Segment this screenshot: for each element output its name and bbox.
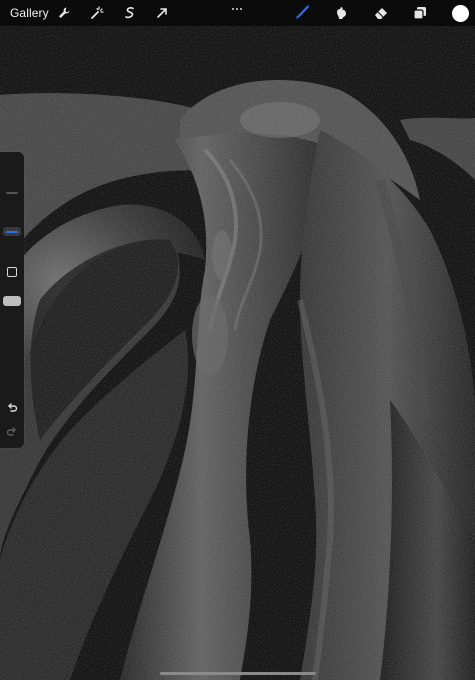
brush-icon[interactable] xyxy=(292,0,312,26)
undo-icon[interactable] xyxy=(4,400,20,416)
home-indicator[interactable] xyxy=(160,672,316,675)
transform-arrow-icon[interactable] xyxy=(152,0,172,26)
drawing-canvas[interactable] xyxy=(0,0,475,680)
magic-wand-icon[interactable] xyxy=(87,0,107,26)
gallery-button[interactable]: Gallery xyxy=(10,0,49,26)
opacity-slider[interactable] xyxy=(0,286,24,392)
top-toolbar: Gallery xyxy=(0,0,475,26)
selection-icon[interactable] xyxy=(120,0,140,26)
color-swatch[interactable] xyxy=(449,0,471,26)
opacity-knob[interactable] xyxy=(3,296,21,306)
more-options-handle[interactable] xyxy=(227,2,247,16)
eraser-icon[interactable] xyxy=(371,0,391,26)
brush-size-slider[interactable] xyxy=(0,160,24,256)
left-sidebar xyxy=(0,152,24,448)
smudge-icon[interactable] xyxy=(331,0,351,26)
redo-icon[interactable] xyxy=(4,424,20,440)
artwork xyxy=(0,0,475,680)
brush-size-knob[interactable] xyxy=(3,227,21,236)
wrench-icon[interactable] xyxy=(54,0,74,26)
modify-button[interactable] xyxy=(7,267,17,277)
layers-icon[interactable] xyxy=(410,0,430,26)
slider-tick xyxy=(6,192,18,194)
